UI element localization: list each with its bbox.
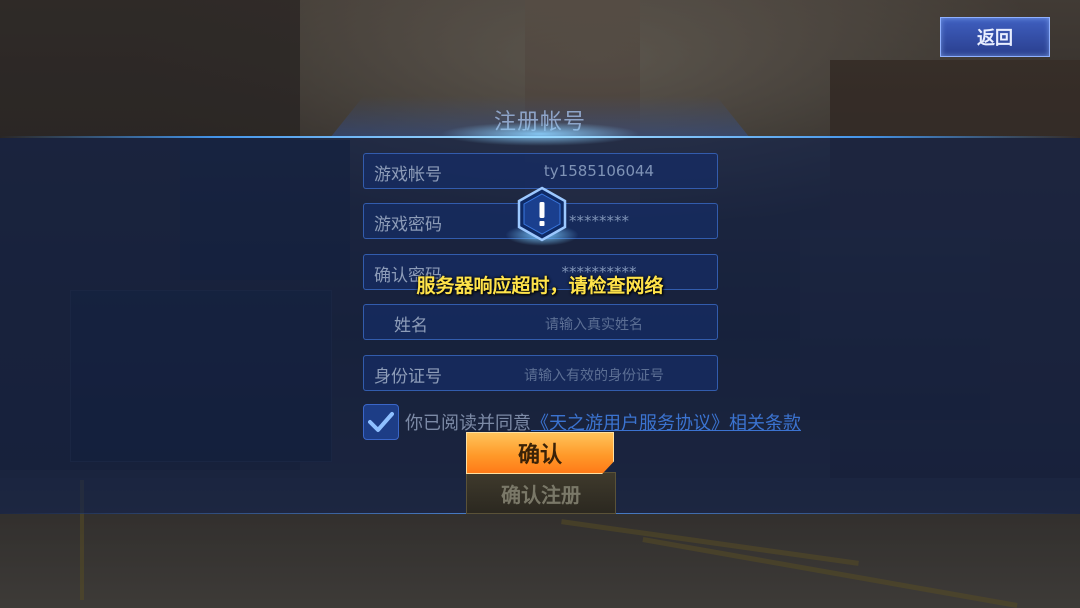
checkmark-icon bbox=[368, 412, 394, 432]
agreement-checkbox[interactable] bbox=[363, 404, 399, 440]
account-field[interactable]: 游戏帐号 ty1585106044 bbox=[363, 153, 718, 189]
id-number-placeholder: 请输入有效的身份证号 bbox=[524, 368, 664, 384]
name-field[interactable]: 姓名 请输入真实姓名 bbox=[363, 304, 718, 340]
password-label: 游戏密码 bbox=[374, 215, 442, 235]
id-number-field[interactable]: 身份证号 请输入有效的身份证号 bbox=[363, 355, 718, 391]
confirm-ok-button[interactable]: 确认 bbox=[466, 432, 614, 474]
id-number-label: 身份证号 bbox=[374, 367, 442, 387]
back-button[interactable]: 返回 bbox=[940, 17, 1050, 57]
name-label: 姓名 bbox=[394, 316, 428, 336]
agreement-text: 你已阅读并同意 bbox=[405, 413, 531, 434]
alert-message: 服务器响应超时，请检查网络 bbox=[416, 275, 664, 297]
alert-icon bbox=[517, 186, 567, 242]
account-value: ty1585106044 bbox=[543, 162, 655, 180]
account-label: 游戏帐号 bbox=[374, 165, 442, 185]
confirm-register-button[interactable]: 确认注册 bbox=[466, 472, 616, 514]
agreement-link[interactable]: 《天之游用户服务协议》相关条款 bbox=[531, 409, 801, 435]
name-placeholder: 请输入真实姓名 bbox=[545, 317, 643, 333]
